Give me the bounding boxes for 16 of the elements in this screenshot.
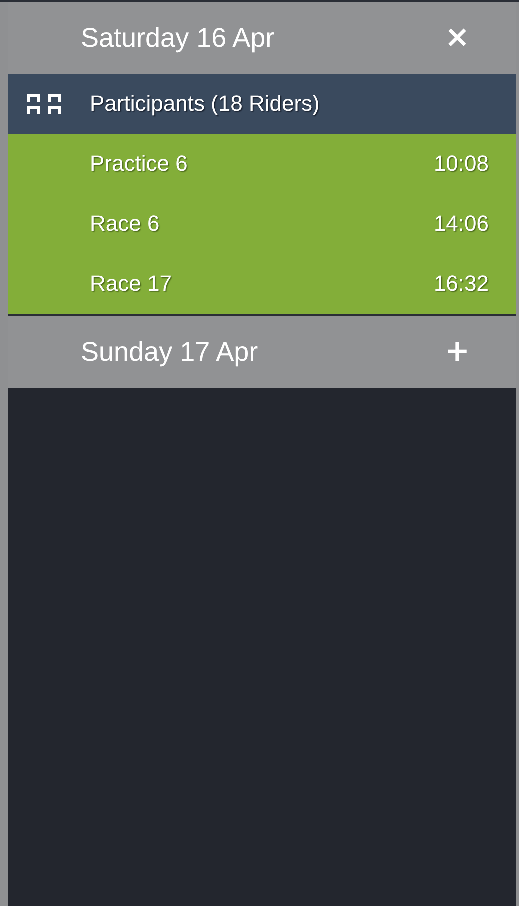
session-row[interactable]: Race 17 16:32 [8, 254, 516, 314]
participants-row[interactable]: Participants (18 Riders) [8, 74, 516, 134]
session-row[interactable]: Practice 6 10:08 [8, 134, 516, 194]
session-time: 14:06 [434, 211, 489, 237]
session-name: Race 17 [90, 271, 172, 297]
session-name: Practice 6 [90, 151, 188, 177]
session-time: 16:32 [434, 271, 489, 297]
expand-button[interactable]: + [444, 337, 470, 367]
session-time: 10:08 [434, 151, 489, 177]
session-name: Race 6 [90, 211, 160, 237]
day-title: Sunday 17 Apr [81, 336, 258, 368]
group-icon [27, 94, 61, 114]
day-title: Saturday 16 Apr [81, 22, 275, 54]
collapse-button[interactable]: × [444, 23, 470, 53]
session-row[interactable]: Race 6 14:06 [8, 194, 516, 254]
participants-label: Participants (18 Riders) [90, 91, 320, 117]
